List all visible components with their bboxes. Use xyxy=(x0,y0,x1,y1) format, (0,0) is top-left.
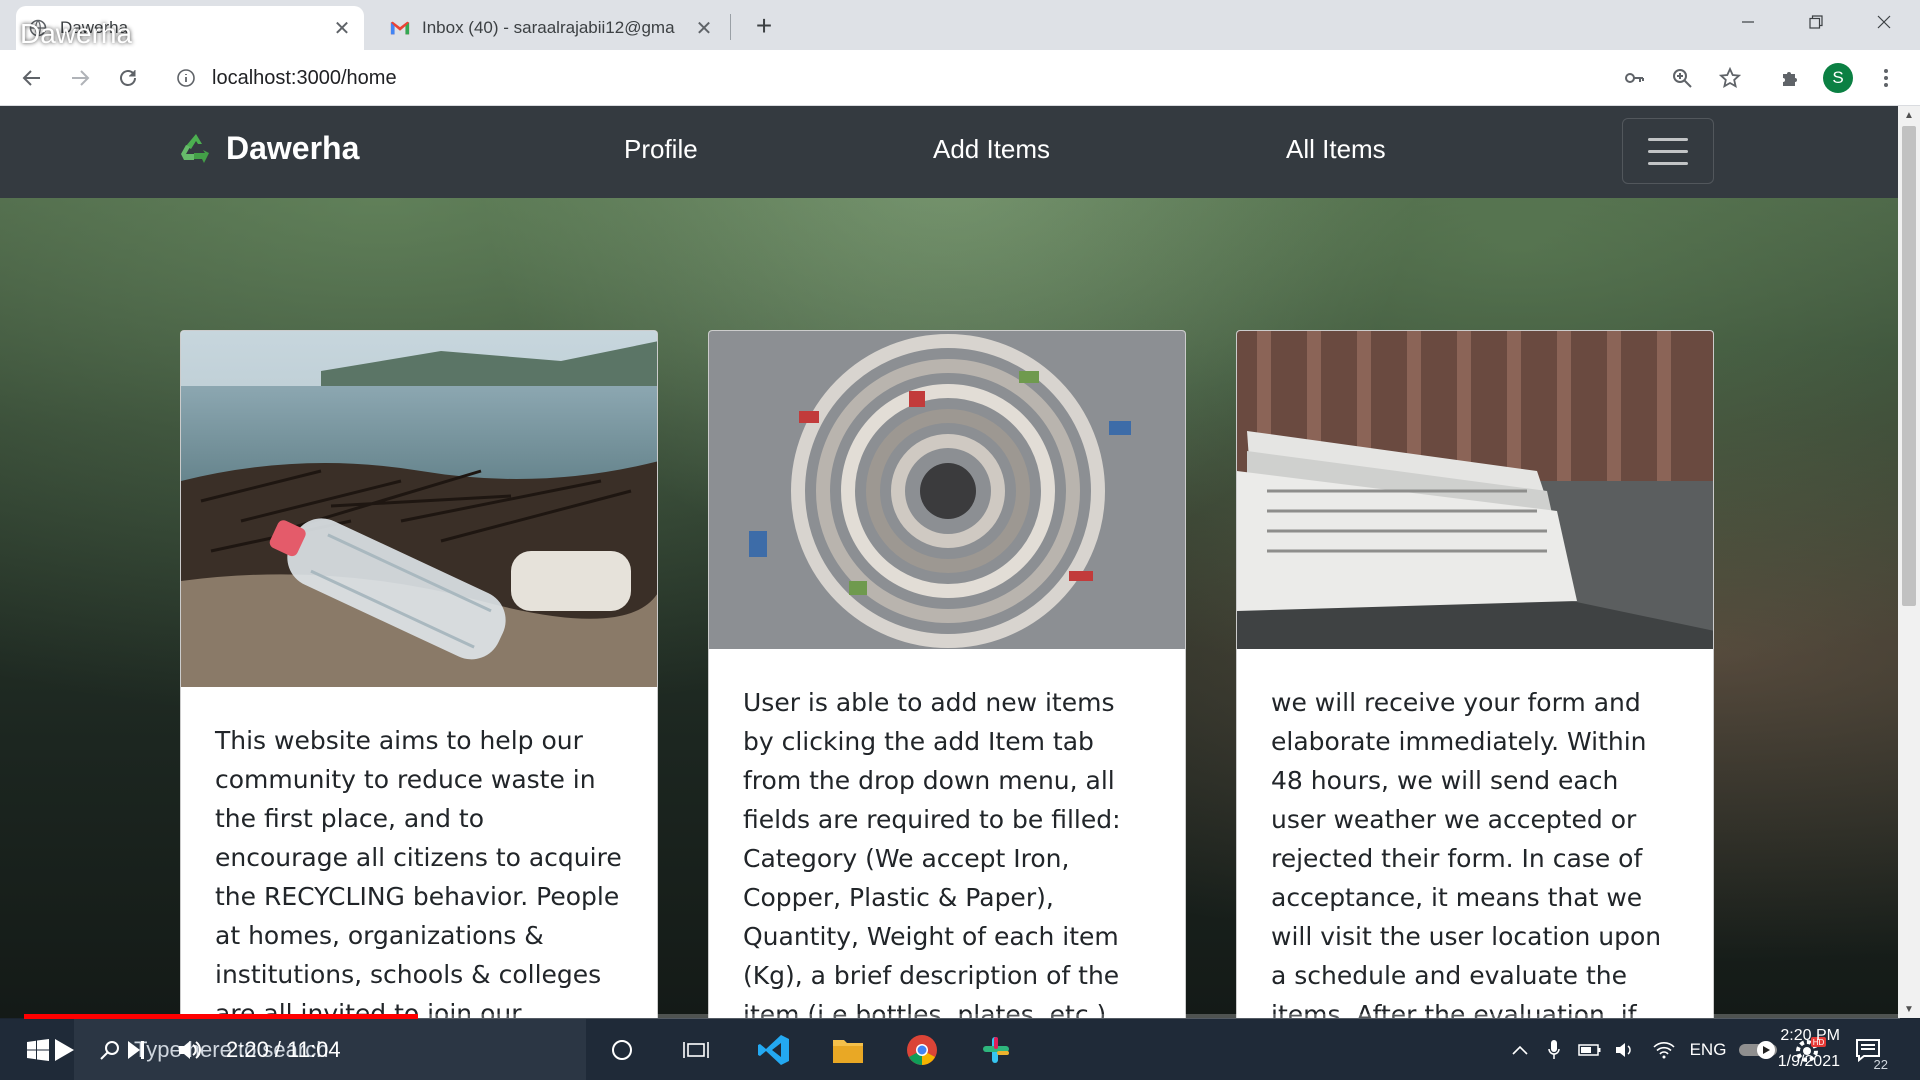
microphone-icon[interactable] xyxy=(1540,1019,1568,1080)
task-view-icon[interactable] xyxy=(678,1019,714,1080)
video-title: Dawerha xyxy=(20,18,133,49)
info-card-add-items: User is able to add new items by clickin… xyxy=(708,330,1186,1018)
reload-icon[interactable] xyxy=(110,60,146,96)
extensions-puzzle-icon[interactable] xyxy=(1772,60,1808,96)
minimize-icon[interactable] xyxy=(1714,0,1782,44)
card-text: we will receive your form and elaborate … xyxy=(1271,688,1662,1018)
forward-arrow-icon[interactable] xyxy=(62,60,98,96)
hamburger-line xyxy=(1648,149,1688,153)
navbar-toggler-button[interactable] xyxy=(1622,118,1714,184)
new-tab-button[interactable]: + xyxy=(748,10,780,42)
file-explorer-icon[interactable] xyxy=(826,1019,870,1080)
card-text: This website aims to help our community … xyxy=(215,726,622,1018)
scroll-up-arrow-icon[interactable]: ▲ xyxy=(1898,106,1920,124)
info-icon[interactable] xyxy=(166,68,206,88)
vscode-icon[interactable] xyxy=(752,1019,796,1080)
url-text[interactable]: localhost:3000/home xyxy=(206,67,397,90)
brand[interactable]: Dawerha xyxy=(178,130,359,167)
site-navbar: Dawerha Profile Add Items All Items xyxy=(0,106,1898,198)
gmail-icon xyxy=(390,18,410,38)
skip-next-icon[interactable] xyxy=(118,1019,154,1080)
nav-link-add-items[interactable]: Add Items xyxy=(933,134,1050,165)
tab-inbox[interactable]: Inbox (40) - saraalrajabii12@gma ✕ xyxy=(378,6,726,50)
notification-count: 22 xyxy=(1873,1057,1888,1072)
restore-icon[interactable] xyxy=(1782,0,1850,44)
hamburger-line xyxy=(1648,137,1688,141)
info-card-about: This website aims to help our community … xyxy=(180,330,658,1018)
speaker-icon[interactable] xyxy=(1612,1019,1640,1080)
nav-link-profile[interactable]: Profile xyxy=(624,134,698,165)
brand-name: Dawerha xyxy=(226,130,360,166)
address-bar[interactable]: localhost:3000/home xyxy=(166,57,1706,99)
hamburger-line xyxy=(1648,161,1688,165)
card-text: User is able to add new items by clickin… xyxy=(743,688,1121,1018)
clock-date: 1/9/2021 xyxy=(1777,1053,1840,1070)
chrome-icon[interactable] xyxy=(900,1019,944,1080)
card-image-plastic-bottle xyxy=(181,331,657,687)
battery-icon[interactable] xyxy=(1576,1019,1604,1080)
page-scrollbar[interactable]: ▲ ▼ xyxy=(1898,106,1920,1018)
close-window-icon[interactable] xyxy=(1850,0,1918,44)
scrollbar-thumb[interactable] xyxy=(1902,126,1916,606)
action-center-icon[interactable]: 22 xyxy=(1848,1019,1888,1080)
slack-icon[interactable] xyxy=(974,1019,1018,1080)
language-indicator[interactable]: ENG xyxy=(1688,1019,1728,1080)
browser-toolbar: localhost:3000/home S xyxy=(0,50,1920,106)
tab-title: Inbox (40) - saraalrajabii12@gma xyxy=(422,18,675,37)
video-timecode: 2:20 / 11:04 xyxy=(226,1037,341,1062)
zoom-icon[interactable] xyxy=(1664,60,1700,96)
info-card-evaluation: we will receive your form and elaborate … xyxy=(1236,330,1714,1018)
close-tab-icon[interactable]: ✕ xyxy=(332,16,352,41)
nav-link-all-items[interactable]: All Items xyxy=(1286,134,1386,165)
chevron-up-icon[interactable] xyxy=(1506,1019,1534,1080)
browser-tab-bar: Dawerha ✕ Inbox (40) - saraalrajabii12@g… xyxy=(0,0,1920,50)
avatar: S xyxy=(1823,63,1853,93)
bookmark-star-icon[interactable] xyxy=(1712,60,1748,96)
scroll-down-arrow-icon[interactable]: ▼ xyxy=(1898,1000,1920,1018)
page-viewport: Dawerha Profile Add Items All Items This… xyxy=(0,106,1898,1018)
card-image-newspapers xyxy=(1237,331,1713,649)
taskbar-clock[interactable]: 2:20 PM 1/9/2021 xyxy=(1740,1023,1840,1075)
close-tab-icon[interactable]: ✕ xyxy=(694,16,714,41)
kebab-menu-icon[interactable] xyxy=(1868,60,1904,96)
cortana-icon[interactable] xyxy=(604,1019,640,1080)
tab-separator xyxy=(730,14,731,40)
recycle-icon xyxy=(178,131,214,167)
clock-time: 2:20 PM xyxy=(1780,1027,1840,1044)
card-image-paper-pile xyxy=(709,331,1185,649)
profile-avatar[interactable]: S xyxy=(1820,60,1856,96)
back-arrow-icon[interactable] xyxy=(14,60,50,96)
wifi-icon[interactable] xyxy=(1650,1019,1678,1080)
key-icon[interactable] xyxy=(1616,60,1652,96)
play-icon[interactable] xyxy=(46,1019,82,1080)
volume-icon[interactable] xyxy=(172,1019,208,1080)
